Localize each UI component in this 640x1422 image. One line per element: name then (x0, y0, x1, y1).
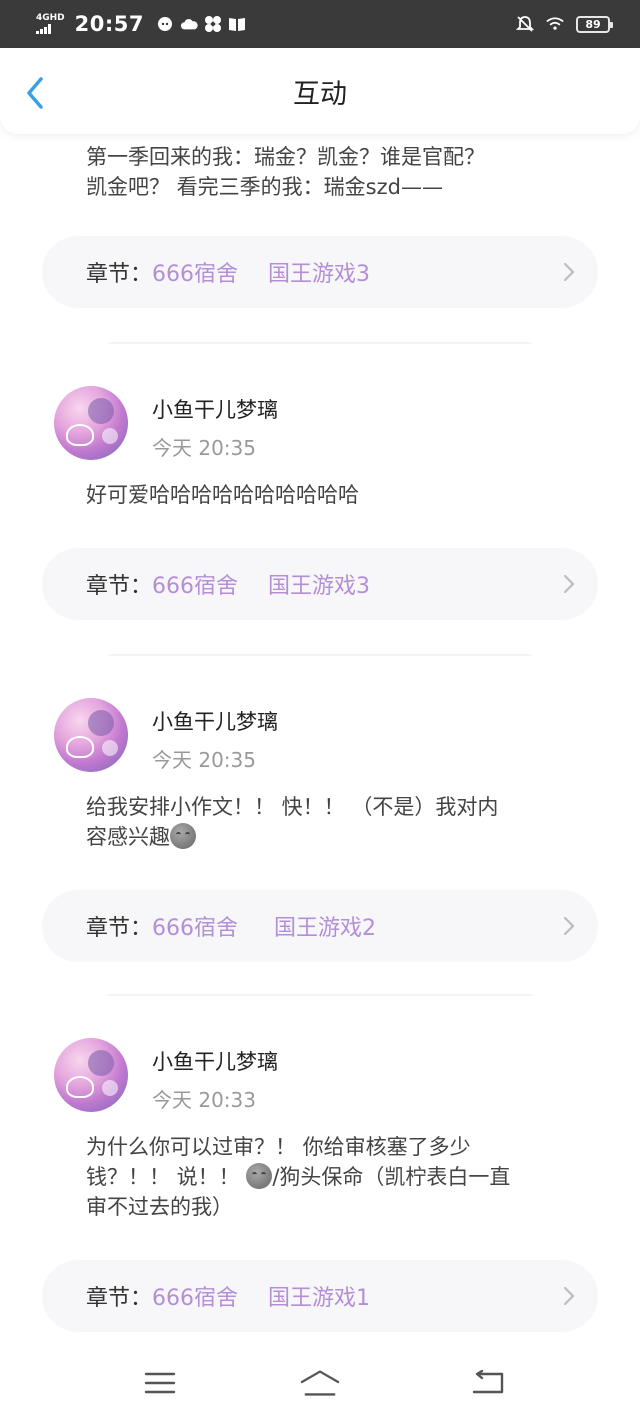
home-button[interactable] (300, 1368, 340, 1398)
avatar[interactable] (54, 698, 128, 772)
page-title: 互动 (293, 78, 347, 110)
comment-text: 为什么你可以过审？！ 你给审核塞了多少 钱？！！ 说！！ /狗头保命（凯柠表白一… (86, 1135, 511, 1219)
divider (108, 654, 532, 656)
chapter-link[interactable]: 章节： 666宿舍 国王游戏3 (42, 236, 598, 308)
back-button[interactable] (20, 76, 50, 110)
menu-icon (144, 1372, 176, 1394)
avatar[interactable] (54, 1038, 128, 1112)
user-name[interactable]: 小鱼干儿梦璃 (152, 706, 278, 736)
comment-text: 好可爱哈哈哈哈哈哈哈哈哈哈 (86, 483, 359, 507)
mute-bell-icon (516, 15, 534, 33)
header: 互动 (0, 48, 640, 134)
chevron-right-icon (563, 262, 575, 282)
network-indicator: 4GHD (36, 14, 65, 34)
network-label: 4GHD (36, 13, 65, 23)
chevron-left-icon (27, 77, 43, 109)
user-name[interactable]: 小鱼干儿梦璃 (152, 1046, 278, 1076)
system-nav-bar (0, 1344, 640, 1422)
chapter-link[interactable]: 章节： 666宿舍 国王游戏2 (42, 890, 598, 962)
comment-time: 今天 20:35 (152, 436, 256, 460)
comment-text: 给我安排小作文！！ 快！！ （不是）我对内 容感兴趣 (86, 795, 499, 849)
status-bar: 4GHD 20:57 89 (0, 0, 640, 48)
divider (108, 994, 532, 996)
battery-level: 89 (585, 17, 601, 31)
chevron-right-icon (563, 574, 575, 594)
comment-text: 第一季回来的我：瑞金？凯金？谁是官配？ 凯金吧？ 看完三季的我：瑞金szd—— (86, 145, 485, 199)
comment-list[interactable]: 第一季回来的我：瑞金？凯金？谁是官配？ 凯金吧？ 看完三季的我：瑞金szd—— … (0, 134, 640, 1344)
back-icon (472, 1370, 504, 1394)
chevron-right-icon (563, 1286, 575, 1306)
home-icon (300, 1370, 340, 1396)
emoji-icon (170, 823, 196, 849)
emoji-icon (246, 1163, 273, 1189)
wifi-icon (546, 15, 564, 33)
divider (108, 342, 532, 344)
cloud-icon (180, 15, 198, 33)
avatar[interactable] (54, 386, 128, 460)
battery-indicator: 89 (576, 15, 613, 33)
chapter-link[interactable]: 章节： 666宿舍 国王游戏3 (42, 548, 598, 620)
signal-icon (36, 24, 51, 34)
wechat-icon (156, 15, 174, 33)
fan-icon (204, 15, 222, 33)
chapter-link[interactable]: 章节： 666宿舍 国王游戏1 (42, 1260, 598, 1332)
status-time: 20:57 (74, 12, 145, 36)
comment-time: 今天 20:33 (152, 1088, 256, 1112)
menu-button[interactable] (140, 1368, 180, 1398)
chevron-right-icon (563, 916, 575, 936)
back-nav-button[interactable] (468, 1368, 508, 1398)
book-icon (228, 15, 246, 33)
user-name[interactable]: 小鱼干儿梦璃 (152, 394, 278, 424)
comment-time: 今天 20:35 (152, 748, 256, 772)
